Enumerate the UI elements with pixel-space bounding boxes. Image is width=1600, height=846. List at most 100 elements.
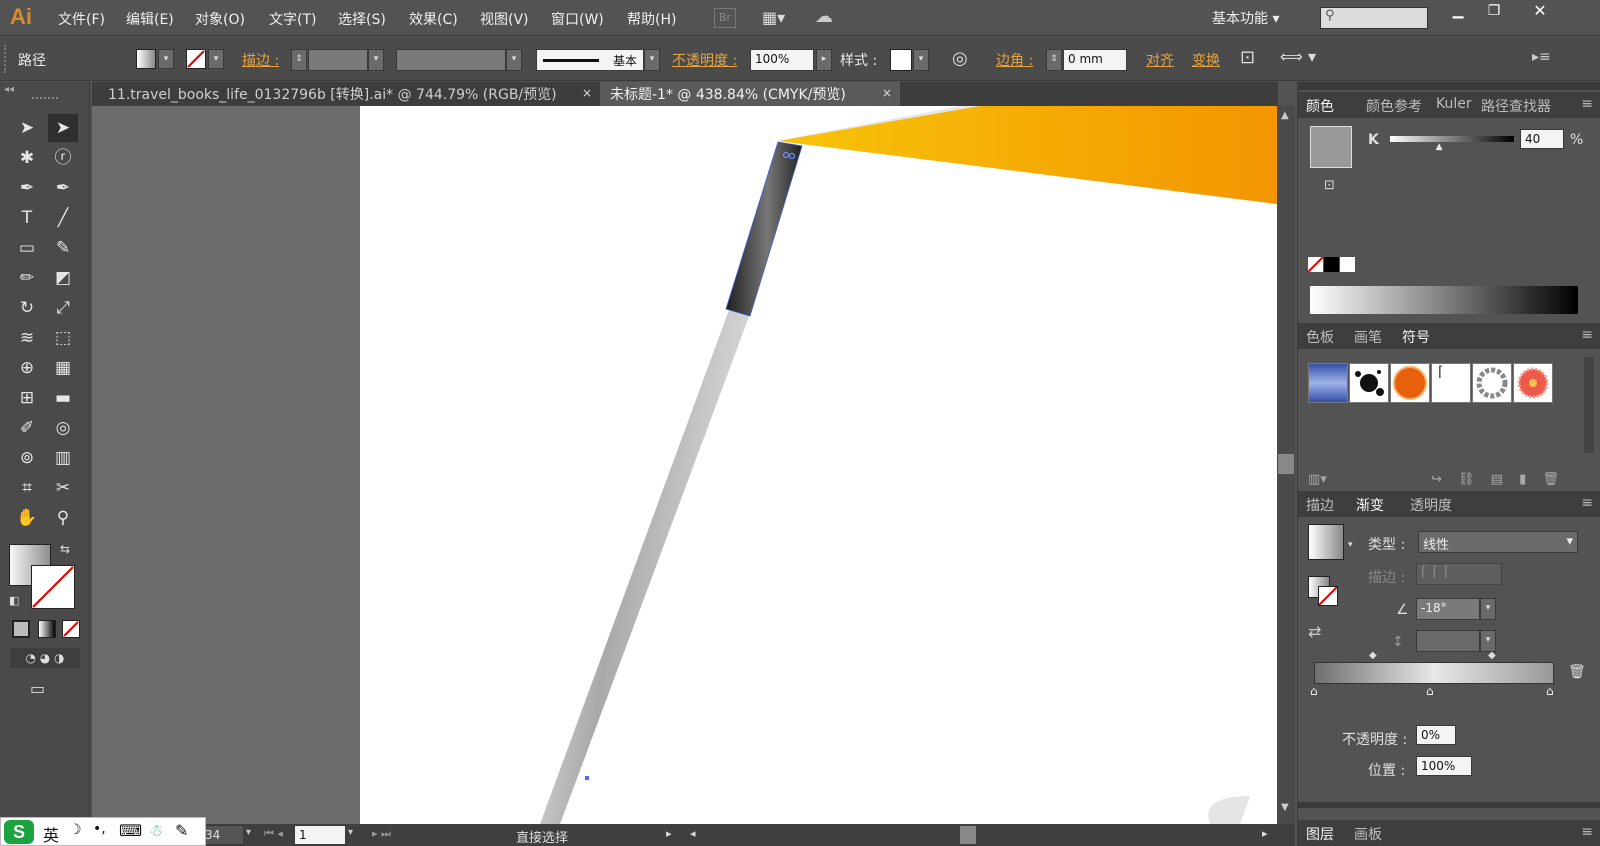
close-tab-icon[interactable]: × [882, 86, 892, 100]
white-color-chip[interactable] [1340, 257, 1355, 272]
tab-layers[interactable]: 图层 [1306, 824, 1334, 844]
align-link[interactable]: 对齐 [1146, 50, 1174, 70]
delete-stop-icon[interactable]: 🗑 [1568, 664, 1586, 680]
gradient-angle-field[interactable]: -18° [1416, 598, 1480, 620]
gradient-preview-swatch[interactable] [1308, 524, 1344, 560]
black-color-chip[interactable] [1324, 257, 1339, 272]
menu-file[interactable]: 文件(F) [58, 9, 105, 29]
gradient-type-select[interactable]: 线性 ▾ [1418, 531, 1578, 553]
tab-transparency[interactable]: 透明度 [1410, 495, 1452, 515]
menu-type[interactable]: 文字(T) [269, 9, 316, 29]
eraser-tool[interactable]: ◩ [48, 264, 78, 292]
rotate-tool[interactable]: ↻ [12, 294, 42, 322]
scroll-left-icon[interactable]: ◂ [690, 827, 696, 840]
brush-definition[interactable]: 基本 [536, 49, 644, 71]
document-tab-untitled[interactable]: 未标题-1* @ 438.84% (CMYK/预览) [600, 82, 900, 106]
arrange-documents-icon[interactable]: ▦▾ [762, 8, 785, 27]
type-tool[interactable]: T [12, 204, 42, 232]
symbols-scrollbar[interactable] [1584, 357, 1594, 453]
close-tab-icon[interactable]: × [582, 86, 592, 100]
pole-cap[interactable] [725, 141, 803, 317]
ime-logo-icon[interactable]: S [4, 820, 34, 844]
artboard-number-field[interactable]: 1 [294, 825, 346, 845]
angle-dropdown[interactable]: ▾ [1480, 598, 1496, 620]
zoom-dropdown-icon[interactable]: ▾ [246, 827, 251, 838]
help-search-input[interactable]: ⚲ [1320, 7, 1428, 29]
zoom-tool[interactable]: ⚲ [48, 504, 78, 532]
menu-edit[interactable]: 编辑(E) [126, 9, 174, 29]
scale-tool[interactable]: ⤢ [48, 294, 78, 322]
swap-fill-stroke-icon[interactable]: ⇆ [60, 542, 70, 556]
artboard[interactable] [360, 106, 1277, 824]
tab-kuler[interactable]: Kuler [1436, 96, 1472, 112]
stroke-swatch[interactable] [186, 49, 206, 69]
break-link-icon[interactable]: ⛓ [1458, 472, 1475, 487]
curvature-tool[interactable]: ✒ [48, 174, 78, 202]
aspect-dropdown[interactable]: ▾ [1480, 630, 1496, 652]
color-spectrum-ramp[interactable] [1310, 286, 1578, 314]
gradient-stop[interactable]: ⌂ [1310, 684, 1318, 698]
panel-menu-icon[interactable]: ≡ [1581, 96, 1593, 112]
panel-menu-icon[interactable]: ≡ [1581, 824, 1593, 840]
ime-skin-icon[interactable]: ☃ [149, 821, 163, 840]
stroke-weight-dropdown[interactable]: ▾ [368, 49, 384, 71]
graphic-style-swatch[interactable] [890, 49, 912, 71]
gradient-tool[interactable]: ▬ [48, 384, 78, 412]
close-window-icon[interactable]: ✕ [1525, 1, 1555, 23]
artboard-tool[interactable]: ⌗ [12, 474, 42, 502]
opacity-field[interactable]: 100% [750, 49, 814, 71]
ime-tools-icon[interactable]: ✎ [175, 821, 188, 840]
bridge-button[interactable]: Br [714, 8, 736, 28]
menu-select[interactable]: 选择(S) [338, 9, 386, 29]
menu-view[interactable]: 视图(V) [480, 9, 529, 29]
tab-swatches[interactable]: 色板 [1306, 327, 1334, 347]
vertical-scrollbar[interactable]: ▲ ▼ [1277, 106, 1295, 824]
fill-dropdown[interactable]: ▾ [158, 49, 174, 69]
stop-location-field[interactable]: 100% [1416, 756, 1472, 776]
scroll-right-icon[interactable]: ▸ [1262, 827, 1268, 840]
artwork[interactable] [360, 106, 1277, 824]
menu-help[interactable]: 帮助(H) [627, 9, 676, 29]
ime-punctuation-icon[interactable]: ☽ [69, 822, 82, 838]
brush-dropdown[interactable]: ▾ [644, 49, 660, 71]
status-menu-icon[interactable]: ▸ [666, 827, 672, 840]
tab-pathfinder[interactable]: 路径查找器 [1481, 96, 1551, 116]
ink-splat-symbol[interactable] [1349, 363, 1389, 403]
line-tool[interactable]: ╱ [48, 204, 78, 232]
stroke-weight-label[interactable]: 描边 : [242, 50, 279, 70]
scroll-down-icon[interactable]: ▼ [1281, 802, 1289, 813]
tab-gradient[interactable]: 渐变 [1356, 495, 1384, 515]
transform-options-icon[interactable]: ⟺ ▾ [1280, 47, 1316, 66]
zoom-field[interactable]: 34 [200, 825, 244, 845]
ime-keyboard-icon[interactable]: ⌨ [119, 821, 142, 840]
panel-menu-icon[interactable]: ≡ [1581, 327, 1593, 343]
delete-symbol-icon[interactable]: 🗑 [1542, 472, 1559, 487]
stroke-toggle[interactable] [1318, 586, 1338, 606]
transform-link[interactable]: 变换 [1192, 50, 1220, 70]
first-artboard-icon[interactable]: ⏮ ◂ [264, 827, 283, 841]
symbol-library-menu-icon[interactable]: ▥▾ [1308, 472, 1327, 487]
gradient-stop[interactable]: ⌂ [1426, 684, 1434, 698]
symbol-options-icon[interactable]: ▤ [1491, 472, 1503, 487]
gradient-presets-dropdown[interactable]: ▾ [1348, 540, 1353, 550]
stop-opacity-field[interactable]: 0% [1416, 725, 1456, 745]
eyedropper-tool[interactable]: ✐ [12, 414, 42, 442]
sync-settings-icon[interactable]: ☁ [815, 6, 833, 27]
profile-dropdown[interactable]: ▾ [506, 49, 522, 71]
scroll-up-icon[interactable]: ▲ [1281, 110, 1289, 121]
ime-language-toggle[interactable]: 英 [43, 822, 59, 846]
isolate-object-icon[interactable]: ⊡ [1240, 47, 1255, 68]
new-symbol-icon[interactable]: ▮ [1519, 472, 1526, 487]
reverse-gradient-icon[interactable]: ⇄ [1308, 622, 1321, 641]
aspect-ratio-field[interactable] [1416, 630, 1480, 652]
pencil-tool[interactable]: ✏ [12, 264, 42, 292]
rectangle-tool[interactable]: ▭ [12, 234, 42, 262]
perspective-grid-tool[interactable]: ▦ [48, 354, 78, 382]
paintbrush-tool[interactable]: ✎ [48, 234, 78, 262]
corner-mark-symbol[interactable]: ⌈ [1431, 363, 1471, 403]
stroke-dropdown[interactable]: ▾ [208, 49, 224, 69]
panel-menu-icon[interactable]: ≡ [1581, 495, 1593, 511]
pen-tool[interactable]: ✒ [12, 174, 42, 202]
none-color-chip[interactable] [1307, 256, 1324, 273]
stroke-weight-stepper[interactable]: ⇕ [291, 49, 307, 71]
